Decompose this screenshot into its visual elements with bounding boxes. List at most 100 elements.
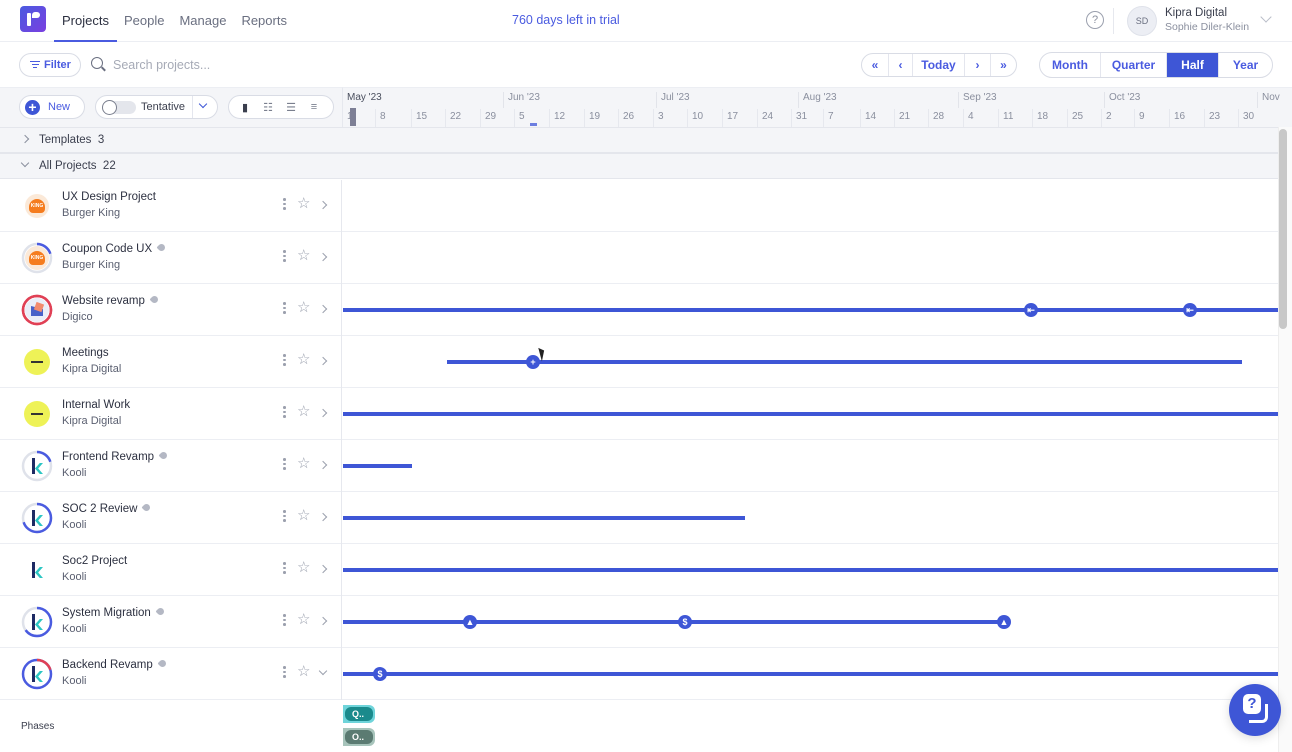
tag-icon[interactable] [158, 450, 169, 461]
milestone-dollar-icon[interactable]: $ [373, 667, 387, 681]
user-name[interactable]: Sophie Diler-Klein [1165, 21, 1249, 33]
sort-icon[interactable]: ≡ [308, 101, 320, 113]
project-row[interactable]: Meetings Kipra Digital ☆ + [0, 336, 1278, 388]
tag-icon[interactable] [157, 658, 168, 669]
more-options-icon[interactable] [283, 250, 286, 264]
more-options-icon[interactable] [283, 458, 286, 472]
more-options-icon[interactable] [283, 354, 286, 368]
chevron-right-icon[interactable] [318, 304, 328, 314]
last-page-button[interactable]: » [990, 54, 1016, 76]
milestone-dollar-icon[interactable]: $ [678, 615, 692, 629]
timeline-bar[interactable] [343, 620, 1004, 624]
bar-chart-icon[interactable]: ▮ [239, 101, 251, 114]
star-icon[interactable]: ☆ [297, 300, 310, 316]
star-icon[interactable]: ☆ [297, 560, 310, 576]
today-button[interactable]: Today [912, 54, 964, 76]
tag-icon[interactable] [155, 606, 166, 617]
chevron-right-icon[interactable] [318, 512, 328, 522]
sliders-icon[interactable]: ☷ [262, 101, 274, 114]
chevron-right-icon[interactable] [318, 252, 328, 262]
chevron-right-icon[interactable] [318, 564, 328, 574]
star-icon[interactable]: ☆ [297, 612, 310, 628]
timeline-bar[interactable] [343, 516, 745, 520]
chevron-right-icon[interactable] [318, 356, 328, 366]
project-title[interactable]: Internal Work [62, 399, 130, 411]
more-options-icon[interactable] [283, 302, 286, 316]
project-title[interactable]: SOC 2 Review [62, 503, 137, 515]
next-button[interactable]: › [964, 54, 990, 76]
prev-button[interactable]: ‹ [888, 54, 912, 76]
tag-icon[interactable] [156, 242, 167, 253]
nav-tab-reports[interactable]: Reports [241, 0, 287, 42]
project-row[interactable]: UX Design Project Burger King ☆ [0, 180, 1278, 232]
chevron-down-icon[interactable] [1260, 11, 1272, 23]
phase-item[interactable]: Q.. [343, 705, 375, 723]
more-options-icon[interactable] [283, 510, 286, 524]
first-page-button[interactable]: « [862, 54, 888, 76]
milestone-arrow-left-bar-icon[interactable]: ⇤ [1183, 303, 1197, 317]
milestone-plus-icon[interactable]: + [526, 355, 540, 369]
project-row[interactable]: Internal Work Kipra Digital ☆ [0, 388, 1278, 440]
phase-item[interactable]: O.. [343, 728, 375, 746]
more-options-icon[interactable] [283, 562, 286, 576]
project-row[interactable]: SOC 2 Review Kooli ☆ [0, 492, 1278, 544]
new-project-button[interactable]: + New [19, 95, 85, 119]
timeline-bar[interactable] [343, 568, 1278, 572]
chevron-down-icon[interactable] [318, 666, 328, 676]
project-title[interactable]: Coupon Code UX [62, 243, 152, 255]
timeline-bar[interactable] [343, 672, 1278, 676]
project-row[interactable]: Backend Revamp Kooli ☆ $ [0, 648, 1278, 700]
chevron-right-icon[interactable] [318, 460, 328, 470]
scale-year[interactable]: Year [1218, 53, 1272, 77]
list-icon[interactable]: ☰ [285, 101, 297, 114]
tentative-dropdown-chevron-icon[interactable] [198, 99, 208, 109]
star-icon[interactable]: ☆ [297, 196, 310, 212]
section-all-projects[interactable]: All Projects 22 [0, 153, 1278, 179]
scale-quarter[interactable]: Quarter [1100, 53, 1166, 77]
user-avatar[interactable]: SD [1127, 6, 1157, 36]
star-icon[interactable]: ☆ [297, 664, 310, 680]
timeline-bar[interactable] [343, 412, 1278, 416]
chevron-right-icon[interactable] [318, 616, 328, 626]
project-title[interactable]: Frontend Revamp [62, 451, 154, 463]
project-title[interactable]: Backend Revamp [62, 659, 153, 671]
app-logo[interactable] [20, 6, 46, 32]
star-icon[interactable]: ☆ [297, 404, 310, 420]
timeline-bar[interactable] [343, 464, 412, 468]
scale-month[interactable]: Month [1040, 53, 1100, 77]
nav-tab-people[interactable]: People [124, 0, 164, 42]
project-title[interactable]: UX Design Project [62, 191, 156, 203]
star-icon[interactable]: ☆ [297, 508, 310, 524]
project-row[interactable]: System Migration Kooli ☆ ▲ $ ▲ [0, 596, 1278, 648]
nav-tab-projects[interactable]: Projects [54, 0, 117, 42]
project-row[interactable]: Website revamp Digico ☆ ⇤ ⇤ [0, 284, 1278, 336]
chevron-right-icon[interactable] [318, 200, 328, 210]
project-row[interactable]: Frontend Revamp Kooli ☆ [0, 440, 1278, 492]
tag-icon[interactable] [141, 502, 152, 513]
more-options-icon[interactable] [283, 406, 286, 420]
chevron-right-icon[interactable] [318, 408, 328, 418]
timeline-bar[interactable] [343, 308, 1278, 312]
milestone-arrow-left-bar-icon[interactable]: ⇤ [1024, 303, 1038, 317]
star-icon[interactable]: ☆ [297, 352, 310, 368]
section-templates[interactable]: Templates 3 [0, 127, 1278, 153]
more-options-icon[interactable] [283, 614, 286, 628]
tentative-toggle[interactable] [102, 100, 136, 115]
project-title[interactable]: Soc2 Project [62, 555, 127, 567]
milestone-warning-icon[interactable]: ▲ [463, 615, 477, 629]
project-title[interactable]: System Migration [62, 607, 151, 619]
scale-half[interactable]: Half [1166, 53, 1218, 77]
milestone-warning-icon[interactable]: ▲ [997, 615, 1011, 629]
trial-link[interactable]: 760 days left in trial [512, 13, 620, 27]
project-row[interactable]: Soc2 Project Kooli ☆ [0, 544, 1278, 596]
timeline-bar[interactable] [447, 360, 1242, 364]
help-icon[interactable]: ? [1086, 11, 1104, 29]
project-title[interactable]: Website revamp [62, 295, 145, 307]
scrollbar-thumb[interactable] [1279, 129, 1287, 329]
project-title[interactable]: Meetings [62, 347, 109, 359]
project-row[interactable]: Coupon Code UX Burger King ☆ [0, 232, 1278, 284]
star-icon[interactable]: ☆ [297, 248, 310, 264]
tag-icon[interactable] [149, 294, 160, 305]
org-name[interactable]: Kipra Digital [1165, 7, 1227, 19]
search-input[interactable] [113, 55, 313, 75]
